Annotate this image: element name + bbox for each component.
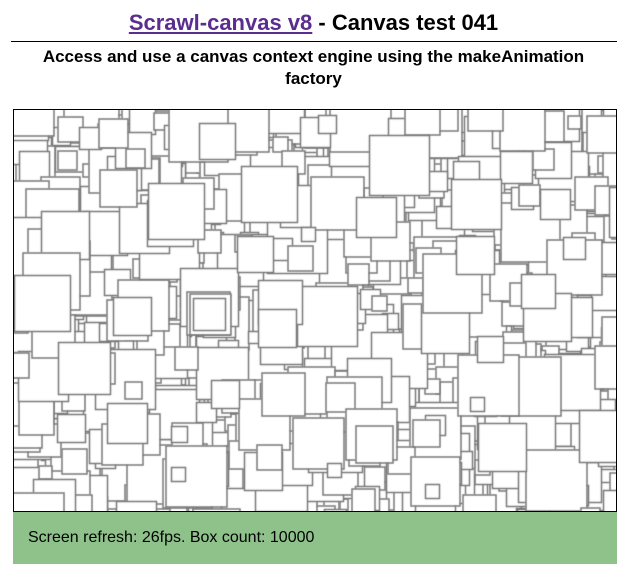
page-subtitle: Access and use a canvas context engine u… [42, 47, 585, 88]
page-title-text: - Canvas test 041 [312, 10, 499, 35]
box-canvas[interactable] [14, 110, 616, 511]
page: Scrawl-canvas v8 - Canvas test 041 Acces… [0, 0, 627, 577]
scrawl-canvas-link[interactable]: Scrawl-canvas v8 [129, 10, 312, 35]
title-divider [11, 41, 617, 42]
page-title: Scrawl-canvas v8 - Canvas test 041 [0, 9, 627, 37]
canvas-frame [13, 109, 617, 512]
report-panel: Screen refresh: 26fps. Box count: 10000 [13, 512, 617, 564]
